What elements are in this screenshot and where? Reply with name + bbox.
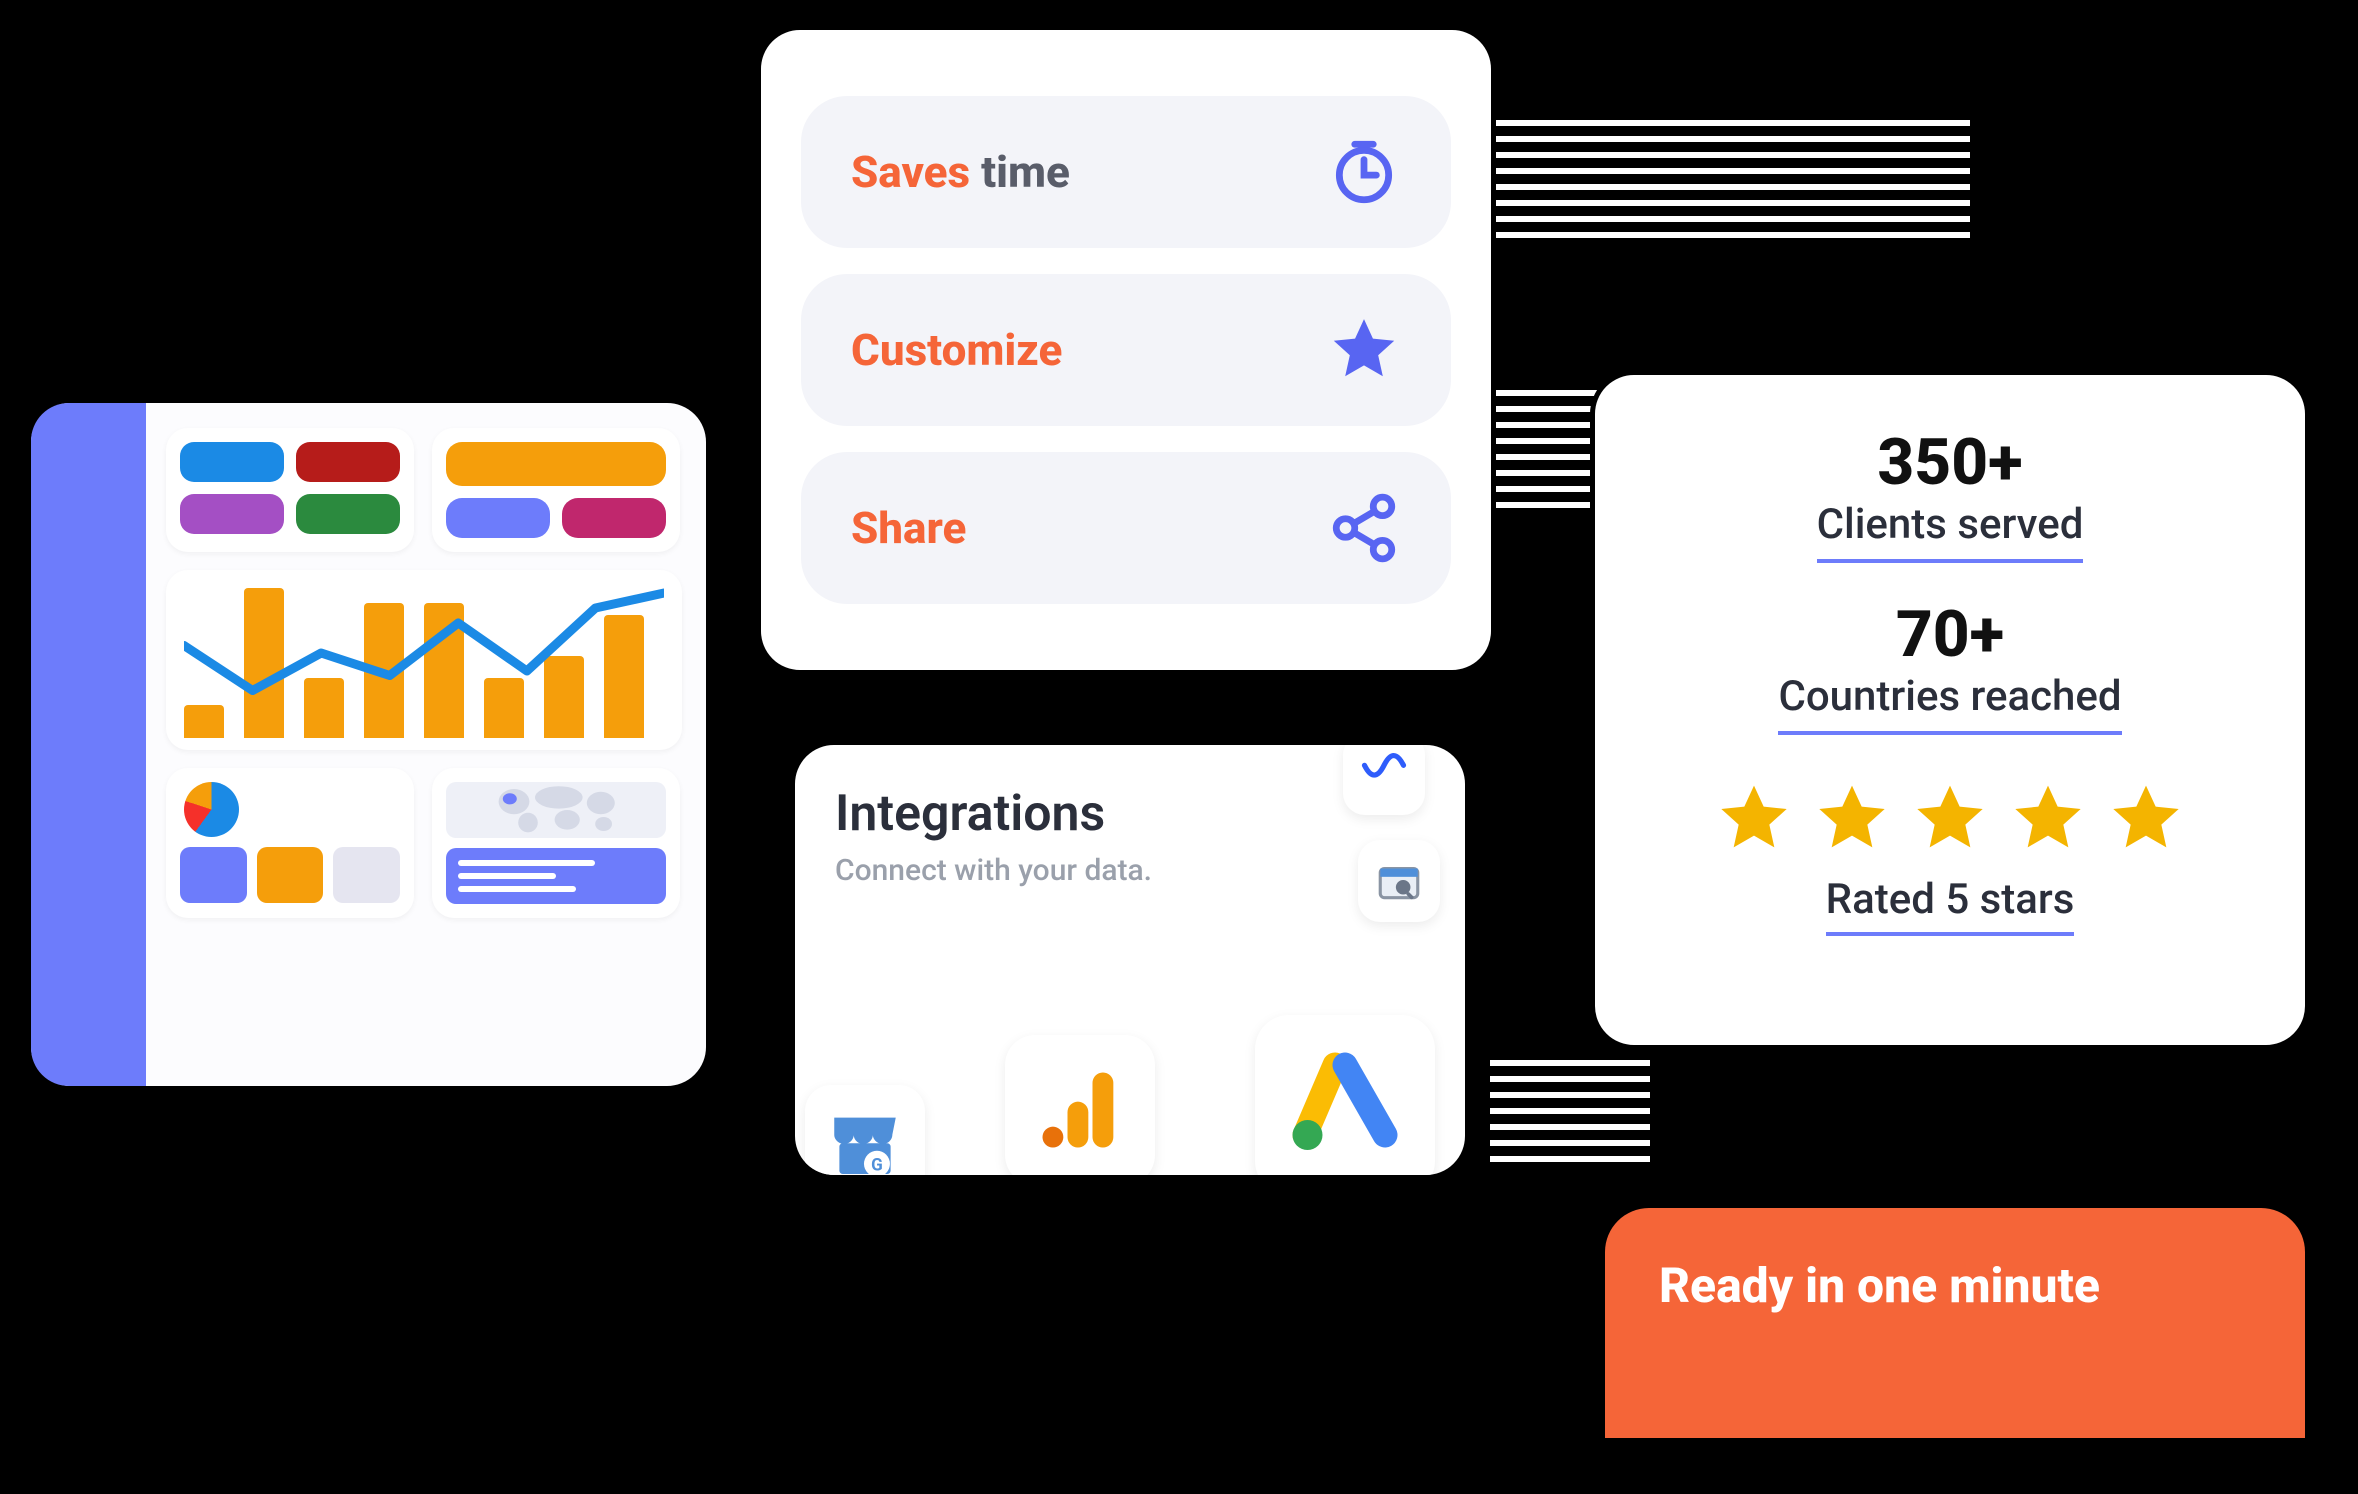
star-icon bbox=[2008, 779, 2088, 859]
feature-label: Customize bbox=[851, 324, 1062, 376]
pie-widget bbox=[166, 768, 414, 918]
google-my-business-icon: G bbox=[805, 1085, 925, 1180]
stats-card: 350+ Clients served 70+ Countries reache… bbox=[1590, 370, 2310, 1050]
decorative-lines bbox=[1490, 1060, 1650, 1172]
star-icon bbox=[2106, 779, 2186, 859]
clock-icon bbox=[1327, 135, 1401, 209]
star-icon bbox=[1910, 779, 1990, 859]
stat-clients: 350+ Clients served bbox=[1817, 425, 2084, 563]
feature-label: Saves time bbox=[851, 146, 1070, 198]
star-icon bbox=[1714, 779, 1794, 859]
stat-countries: 70+ Countries reached bbox=[1778, 597, 2121, 735]
dashboard-spine bbox=[31, 403, 146, 1086]
trend-chart-widget bbox=[166, 570, 682, 750]
integrations-card: Integrations Connect with your data. G bbox=[790, 740, 1470, 1180]
stat-rating-label: Rated 5 stars bbox=[1826, 875, 2075, 936]
star-icon bbox=[1812, 779, 1892, 859]
rating-stars bbox=[1714, 779, 2186, 859]
ready-banner: Ready in one minute bbox=[1605, 1208, 2305, 1438]
feature-label: Share bbox=[851, 502, 966, 554]
kpi-widget bbox=[432, 428, 680, 552]
kpi-widget bbox=[166, 428, 414, 552]
feature-saves-time: Saves time bbox=[801, 96, 1451, 248]
dashboard-card bbox=[26, 398, 711, 1091]
star-icon bbox=[1327, 313, 1401, 387]
share-icon bbox=[1327, 491, 1401, 565]
svg-text:G: G bbox=[871, 1156, 883, 1176]
feature-share: Share bbox=[801, 452, 1451, 604]
integrations-title: Integrations bbox=[835, 785, 1425, 843]
features-card: Saves time Customize Share bbox=[756, 25, 1496, 675]
integrations-subtitle: Connect with your data. bbox=[835, 853, 1425, 888]
google-analytics-icon bbox=[1005, 1035, 1155, 1180]
search-console-icon bbox=[1358, 840, 1440, 922]
wordpress-icon bbox=[1343, 740, 1425, 815]
ready-banner-text: Ready in one minute bbox=[1659, 1257, 2100, 1314]
decorative-lines bbox=[1470, 120, 1970, 248]
feature-customize: Customize bbox=[801, 274, 1451, 426]
google-ads-icon bbox=[1255, 1015, 1435, 1180]
pie-chart-icon bbox=[184, 782, 239, 837]
map-widget bbox=[432, 768, 680, 918]
world-map-icon bbox=[446, 782, 666, 838]
